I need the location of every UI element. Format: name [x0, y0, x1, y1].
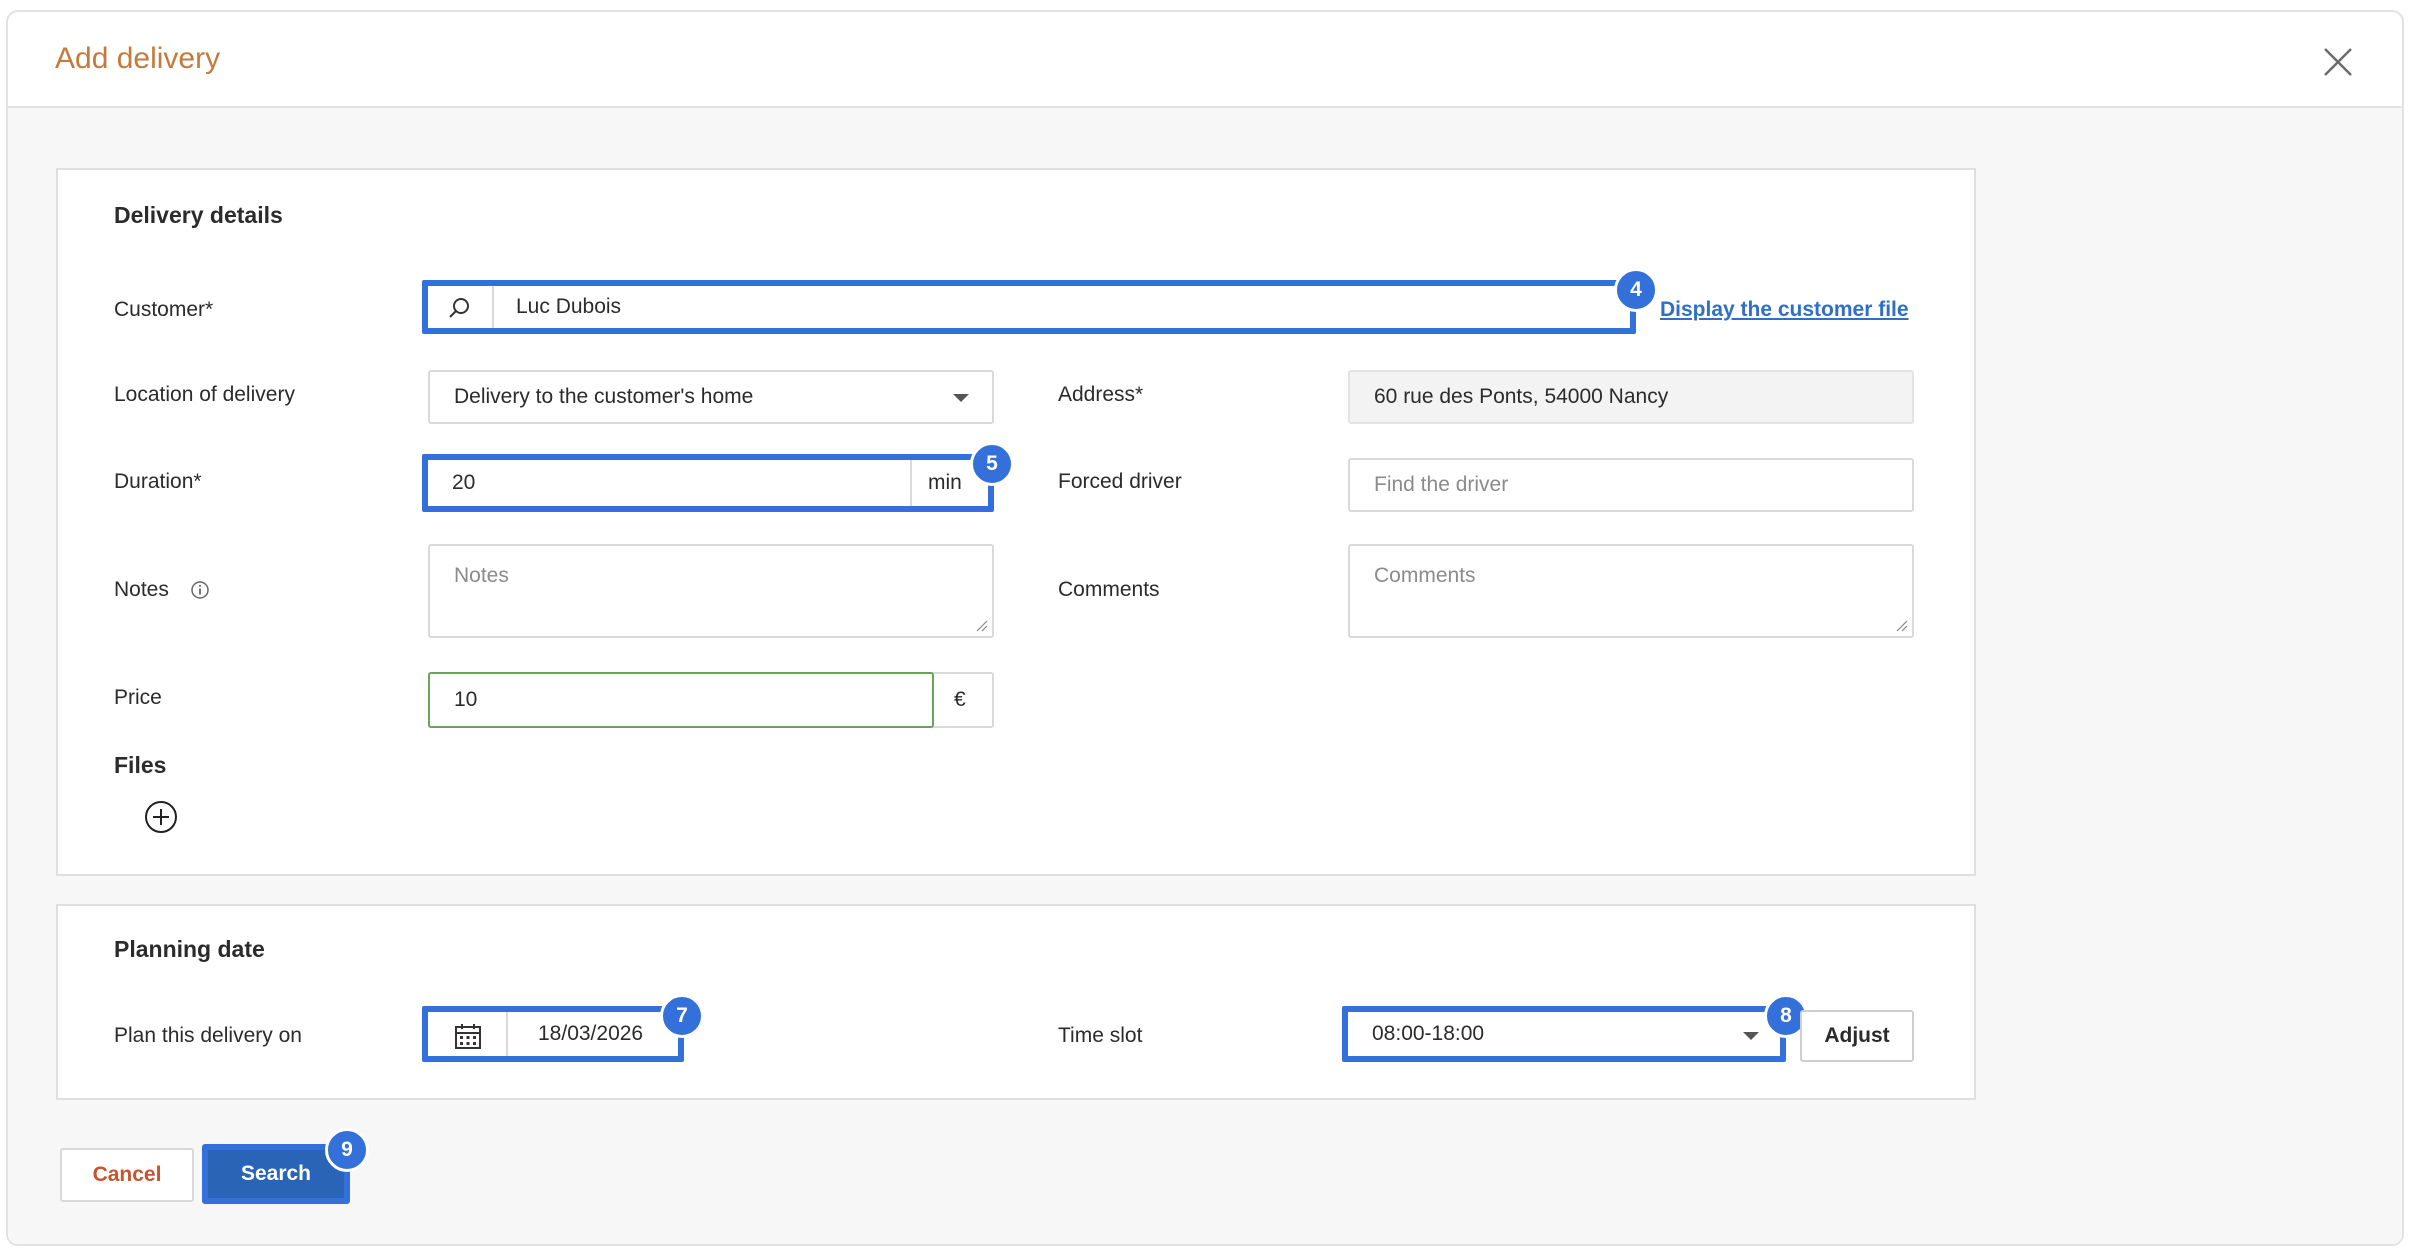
info-icon[interactable] — [190, 580, 210, 600]
notes-textarea[interactable]: Notes — [428, 544, 994, 638]
comments-textarea[interactable]: Comments — [1348, 544, 1914, 638]
forced-driver-field[interactable]: Find the driver — [1348, 458, 1914, 512]
duration-value: 20 — [452, 471, 476, 494]
duration-unit: min — [928, 471, 962, 494]
chevron-down-icon — [1743, 1032, 1759, 1040]
price-unit: € — [954, 688, 966, 711]
comments-label: Comments — [1058, 578, 1160, 601]
customer-label: Customer* — [114, 298, 214, 321]
cancel-button[interactable]: Cancel — [60, 1148, 194, 1202]
customer-field-divider — [492, 286, 494, 328]
planning-date-panel: Planning date Plan this delivery on 18/0… — [56, 904, 1976, 1100]
customer-search-icon-box — [428, 286, 492, 328]
add-delivery-dialog: Add delivery Delivery details Customer* — [6, 10, 2404, 1246]
address-field[interactable]: 60 rue des Ponts, 54000 Nancy — [1348, 370, 1914, 424]
step-badge-4: 4 — [1614, 268, 1658, 312]
planning-date-title: Planning date — [114, 936, 265, 962]
plan-date-value: 18/03/2026 — [538, 1022, 644, 1045]
forced-driver-placeholder: Find the driver — [1374, 473, 1509, 496]
display-customer-file-link[interactable]: Display the customer file — [1660, 298, 1909, 322]
duration-label: Duration* — [114, 470, 202, 493]
dialog-title: Add delivery — [55, 42, 221, 75]
resize-grip-icon[interactable] — [976, 620, 988, 632]
duration-field[interactable]: 20 min — [422, 454, 994, 512]
calendar-icon[interactable] — [454, 1022, 482, 1050]
time-slot-label: Time slot — [1058, 1024, 1143, 1047]
dialog-header: Add delivery — [8, 12, 2402, 108]
location-select[interactable]: Delivery to the customer's home — [428, 370, 994, 424]
resize-grip-icon[interactable] — [1896, 620, 1908, 632]
address-label: Address* — [1058, 383, 1144, 406]
forced-driver-label: Forced driver — [1058, 470, 1182, 493]
comments-placeholder: Comments — [1374, 564, 1476, 587]
price-field[interactable]: 10 € — [428, 672, 994, 728]
close-icon — [2324, 48, 2352, 76]
plan-date-field[interactable]: 18/03/2026 — [422, 1006, 684, 1062]
step-badge-5: 5 — [970, 442, 1014, 486]
search-icon — [449, 298, 469, 318]
duration-field-divider — [910, 460, 912, 506]
date-field-divider — [506, 1012, 508, 1056]
location-label: Location of delivery — [114, 383, 295, 406]
step-badge-7: 7 — [660, 994, 704, 1038]
price-value: 10 — [454, 688, 478, 711]
customer-value: Luc Dubois — [516, 295, 622, 318]
time-slot-value: 08:00-18:00 — [1372, 1022, 1485, 1045]
add-circle-icon[interactable] — [144, 800, 178, 834]
adjust-button[interactable]: Adjust — [1800, 1010, 1914, 1062]
delivery-details-title: Delivery details — [114, 202, 283, 228]
dialog-body: Delivery details Customer* Luc Dubois 4 … — [8, 108, 2402, 1244]
delivery-details-panel: Delivery details Customer* Luc Dubois 4 … — [56, 168, 1976, 876]
notes-label: Notes — [114, 578, 169, 601]
chevron-down-icon — [953, 394, 969, 402]
address-value: 60 rue des Ponts, 54000 Nancy — [1374, 385, 1669, 408]
price-label: Price — [114, 686, 162, 709]
close-button[interactable] — [2318, 42, 2358, 82]
location-value: Delivery to the customer's home — [454, 385, 754, 408]
step-badge-9: 9 — [325, 1128, 369, 1172]
price-input-focus-border — [428, 672, 934, 728]
customer-search-field[interactable]: Luc Dubois — [422, 280, 1636, 334]
notes-placeholder: Notes — [454, 564, 509, 587]
time-slot-select[interactable]: 08:00-18:00 — [1342, 1006, 1786, 1062]
files-title: Files — [114, 752, 167, 778]
plan-on-label: Plan this delivery on — [114, 1024, 302, 1047]
